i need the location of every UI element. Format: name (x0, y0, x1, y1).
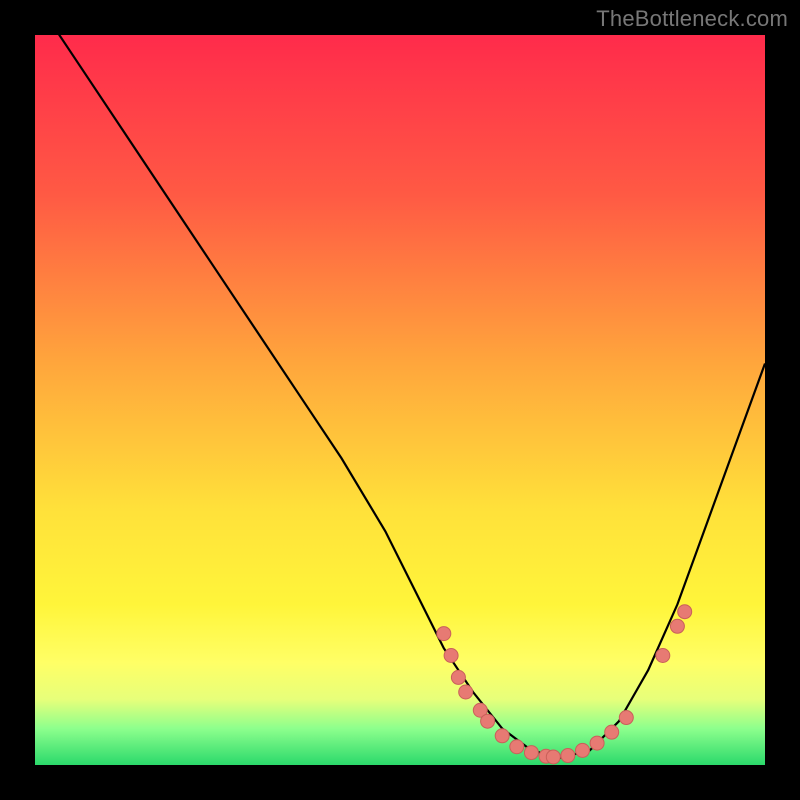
curve-marker (619, 711, 633, 725)
curve-marker (576, 743, 590, 757)
curve-marker (678, 605, 692, 619)
curve-marker (510, 740, 524, 754)
watermark-text: TheBottleneck.com (596, 6, 788, 32)
chart-frame: TheBottleneck.com (0, 0, 800, 800)
curve-marker (561, 749, 575, 763)
curve-marker (459, 685, 473, 699)
curve-marker (546, 750, 560, 764)
curve-marker (495, 729, 509, 743)
curve-marker (605, 725, 619, 739)
curve-marker (590, 736, 604, 750)
curve-marker (481, 714, 495, 728)
curve-marker (670, 619, 684, 633)
curve-marker (437, 627, 451, 641)
bottleneck-curve (35, 0, 765, 758)
curve-markers (437, 605, 692, 764)
curve-marker (444, 649, 458, 663)
curve-marker (524, 746, 538, 760)
curve-layer (35, 35, 765, 765)
curve-marker (656, 649, 670, 663)
curve-marker (451, 670, 465, 684)
plot-area (35, 35, 765, 765)
